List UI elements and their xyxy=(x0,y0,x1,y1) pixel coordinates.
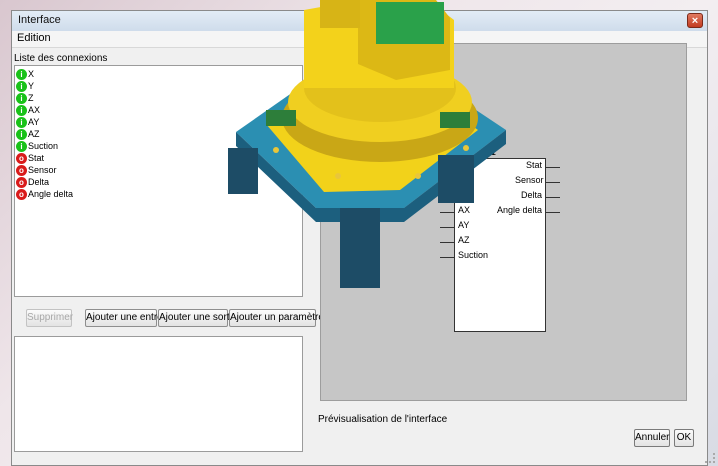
robot-bolt xyxy=(273,147,279,153)
input-icon: i xyxy=(16,81,27,93)
add-input-button[interactable]: Ajouter une entrée xyxy=(85,309,168,327)
robot-arm xyxy=(320,0,360,28)
connection-item[interactable]: i AY xyxy=(16,116,40,129)
connection-label: AZ xyxy=(28,129,40,139)
connection-label: Angle delta xyxy=(28,189,74,199)
connection-label: AY xyxy=(28,117,40,127)
input-icon: i xyxy=(16,105,27,117)
ok-button[interactable]: OK xyxy=(674,429,694,447)
output-port-label: Stat xyxy=(526,160,543,170)
connection-label: Suction xyxy=(28,141,59,151)
connection-item[interactable]: i Suction xyxy=(16,140,59,153)
input-icon: i xyxy=(16,129,27,141)
robot-bolt xyxy=(463,145,469,151)
cancel-button[interactable]: Annuler xyxy=(634,429,670,447)
input-icon: i xyxy=(16,117,27,129)
menu-edition[interactable]: Edition xyxy=(17,32,51,44)
robot-leg-center xyxy=(340,208,380,288)
delete-button[interactable]: Supprimer xyxy=(26,309,73,327)
connection-label: Delta xyxy=(28,177,50,187)
window-title: Interface xyxy=(18,14,61,26)
robot-leg-right xyxy=(438,155,474,203)
robot-bolt xyxy=(415,173,421,179)
add-parameter-button[interactable]: Ajouter un paramètre xyxy=(229,309,324,327)
connection-item[interactable]: o Angle delta xyxy=(16,188,74,201)
input-icon: i xyxy=(16,93,27,105)
output-port-label: Delta xyxy=(521,190,543,200)
connection-item[interactable]: o Stat xyxy=(16,152,45,165)
connection-label: X xyxy=(28,69,35,79)
connection-label: Z xyxy=(28,93,34,103)
robot-leg-left xyxy=(228,148,258,194)
connections-label: Liste des connexions xyxy=(14,53,108,64)
output-icon: o xyxy=(16,177,27,189)
robot-bolt xyxy=(335,173,341,179)
input-icon: i xyxy=(16,141,27,153)
robot-mount-right xyxy=(440,112,470,128)
connection-item[interactable]: o Delta xyxy=(16,176,50,189)
input-icon: i xyxy=(16,69,27,81)
connection-item[interactable]: iY xyxy=(16,80,35,93)
output-port-label: Sensor xyxy=(515,175,544,185)
robot-3d-image xyxy=(228,0,506,288)
add-output-button[interactable]: Ajouter une sortie xyxy=(158,309,237,327)
connection-label: Stat xyxy=(28,153,45,163)
connection-item[interactable]: i AX xyxy=(16,104,41,117)
output-port-wire xyxy=(546,197,560,198)
output-port-wire xyxy=(546,167,560,168)
close-button[interactable]: × xyxy=(687,13,703,28)
connection-label: Sensor xyxy=(28,165,57,175)
output-icon: o xyxy=(16,153,27,165)
connection-label: AX xyxy=(28,105,41,115)
output-port-wire xyxy=(546,212,560,213)
output-icon: o xyxy=(16,165,27,177)
connection-item[interactable]: i AZ xyxy=(16,128,40,141)
connection-label: Y xyxy=(28,81,35,91)
connection-item[interactable]: iX xyxy=(16,68,35,81)
connection-item[interactable]: iZ xyxy=(16,92,34,105)
output-port-wire xyxy=(546,182,560,183)
output-icon: o xyxy=(16,189,27,201)
robot-motor xyxy=(376,2,444,44)
preview-label: Prévisualisation de l'interface xyxy=(318,414,448,425)
robot-mount-left xyxy=(266,110,296,126)
resize-grip-icon[interactable] xyxy=(705,453,715,463)
connection-item[interactable]: o Sensor xyxy=(16,164,57,177)
description-box[interactable] xyxy=(14,336,303,452)
